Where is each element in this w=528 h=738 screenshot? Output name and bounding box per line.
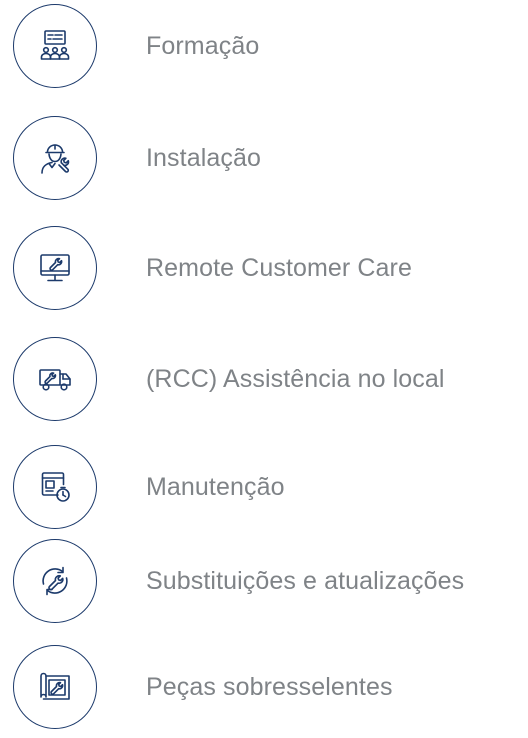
service-item-manutencao[interactable]: Manutenção [0, 445, 528, 535]
service-label: Remote Customer Care [146, 254, 412, 282]
technician-wrench-icon [13, 116, 97, 200]
service-item-substituicoes[interactable]: Substituições e atualizações [0, 539, 528, 629]
service-item-formacao[interactable]: Formação [0, 4, 528, 94]
training-presentation-icon [13, 4, 97, 88]
service-item-instalacao[interactable]: Instalação [0, 116, 528, 206]
service-list: Formação Instalação Remote Customer Care… [0, 0, 528, 738]
service-label: Formação [146, 32, 260, 60]
service-item-pecas-sobresselentes[interactable]: Peças sobresselentes [0, 645, 528, 735]
service-item-remote-customer-care[interactable]: Remote Customer Care [0, 226, 528, 316]
service-label: Instalação [146, 144, 261, 172]
service-label: Peças sobresselentes [146, 673, 393, 701]
service-truck-icon [13, 337, 97, 421]
service-label: Manutenção [146, 473, 285, 501]
monitor-wrench-icon [13, 226, 97, 310]
service-item-assistencia-no-local[interactable]: (RCC) Assistência no local [0, 337, 528, 427]
maintenance-timer-icon [13, 445, 97, 529]
blueprint-wrench-icon [13, 645, 97, 729]
service-label: (RCC) Assistência no local [146, 365, 445, 393]
service-label: Substituições e atualizações [146, 567, 465, 595]
circular-arrows-wrench-icon [13, 539, 97, 623]
